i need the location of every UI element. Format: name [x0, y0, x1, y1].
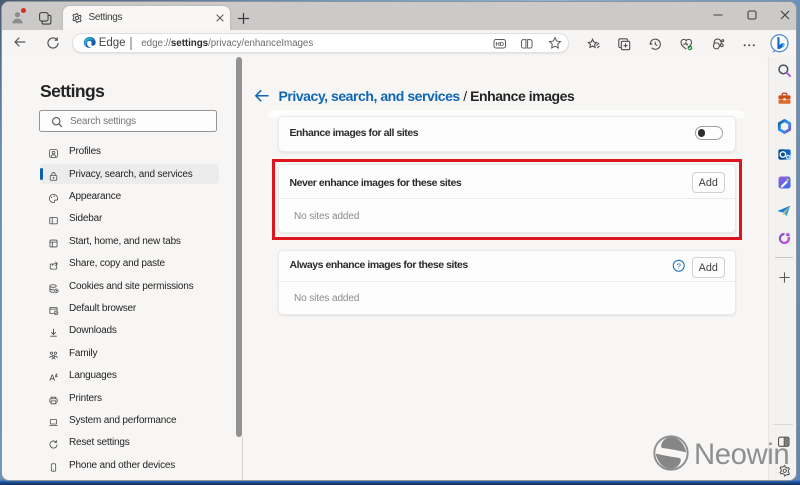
svg-text:HD: HD [495, 41, 504, 47]
svg-text:?: ? [677, 261, 681, 270]
